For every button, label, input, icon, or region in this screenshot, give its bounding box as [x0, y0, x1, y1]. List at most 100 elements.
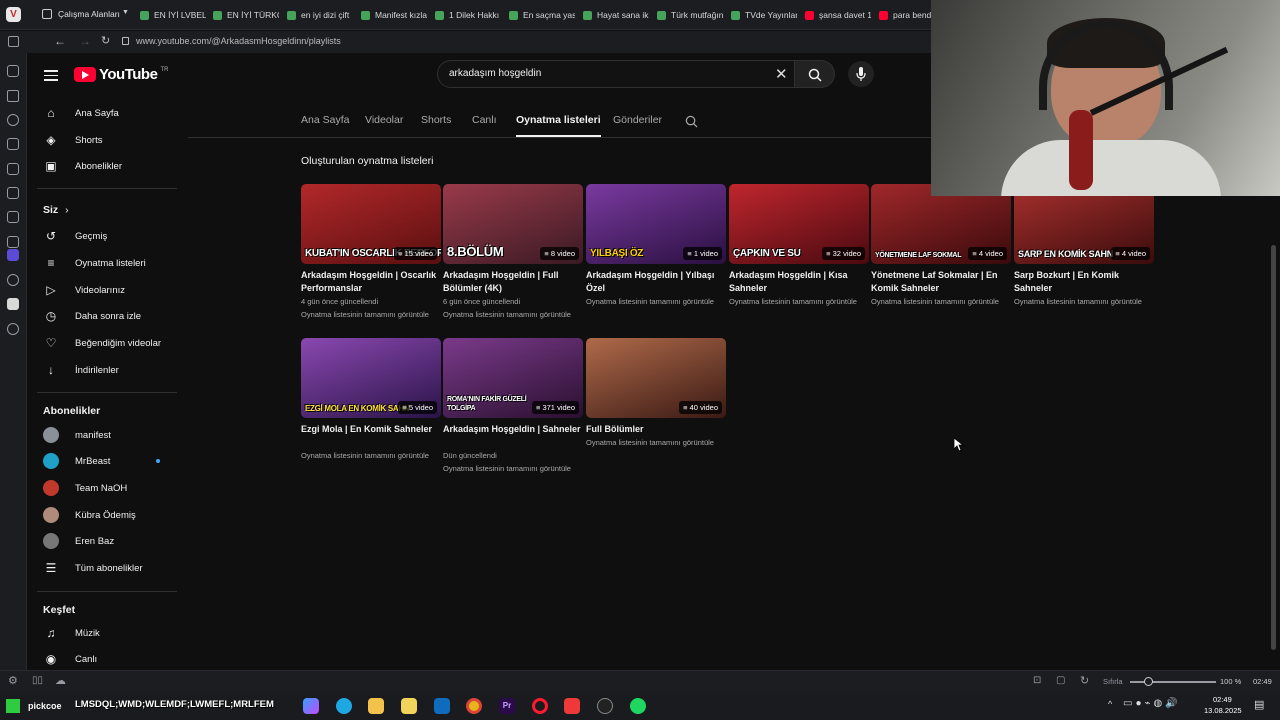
search-button[interactable]: [795, 60, 835, 88]
playlist-card[interactable]: YILBAŞI ÖZ ≡ 1 video Arkadaşım Hoşgeldin …: [586, 184, 726, 308]
view-full-playlist-link[interactable]: Oynatma listesinin tamamını görüntüle: [729, 295, 869, 308]
playlist-thumbnail[interactable]: YÖNETMENE LAF SOKMAL ≡ 4 video: [871, 184, 1011, 264]
sidebar-item-subscriptions[interactable]: ▣ Abonelikler: [27, 153, 177, 179]
playlist-card[interactable]: KUBAT'IN OSCARLIK PERFORMANSI≡ 15 video …: [301, 184, 441, 321]
browser-tab[interactable]: Manifest kızla: [361, 6, 427, 24]
playlist-card[interactable]: EZGİ MOLA EN KOMİK SAHN ≡ 5 video Ezgi Mo…: [301, 338, 441, 462]
playlist-thumbnail[interactable]: ≡ 40 video: [586, 338, 726, 418]
playlist-thumbnail[interactable]: ROMA'NIN FAKİR GÜZELİ TOLGİPA ≡ 371 video: [443, 338, 583, 418]
sidebar-item-downloads[interactable]: ↓ İndirilenler: [27, 357, 177, 383]
browser-tab[interactable]: TVde Yayınlan: [731, 6, 797, 24]
playlist-thumbnail[interactable]: EZGİ MOLA EN KOMİK SAHN ≡ 5 video: [301, 338, 441, 418]
playlist-card[interactable]: ≡ 40 video Full Bölümler Oynatma listesi…: [586, 338, 726, 449]
outlook-icon[interactable]: [434, 698, 450, 714]
view-full-playlist-link[interactable]: Oynatma listesinin tamamını görüntüle: [301, 449, 441, 462]
browser-tab[interactable]: EN İYİ LVBEL C: [140, 6, 206, 24]
search-input[interactable]: arkadaşım hoşgeldin ✕: [437, 60, 795, 88]
youtube-logo[interactable]: YouTube TR: [74, 66, 168, 83]
sidebar-item-home[interactable]: ⌂ Ana Sayfa: [27, 100, 177, 126]
tile-icon[interactable]: ▯▯: [32, 675, 43, 686]
playlist-title[interactable]: Ezgi Mola | En Komik Sahneler: [301, 423, 441, 449]
vivaldi-menu-button[interactable]: V: [6, 7, 21, 22]
voice-search-button[interactable]: [848, 61, 874, 87]
bookmarks-icon[interactable]: [7, 65, 19, 77]
tab-posts[interactable]: Gönderiler: [613, 114, 662, 126]
sidebar-item-live[interactable]: ◉ Canlı: [27, 646, 177, 672]
zoom-reset-button[interactable]: Sıfırla: [1103, 677, 1123, 686]
playlist-card[interactable]: SARP EN KOMİK SAHN ≡ 4 video Sarp Bozkurt…: [1014, 184, 1154, 308]
playlist-card[interactable]: YÖNETMENE LAF SOKMAL ≡ 4 video Yönetmene …: [871, 184, 1011, 308]
sidebar-item-playlists[interactable]: ≡ Oynatma listeleri: [27, 250, 177, 276]
playlist-thumbnail[interactable]: KUBAT'IN OSCARLIK PERFORMANSI≡ 15 video: [301, 184, 441, 264]
playlist-card[interactable]: ÇAPKIN VE SU ≡ 32 video Arkadaşım Hoşgeld…: [729, 184, 869, 308]
playlist-title[interactable]: Yönetmene Laf Sokmalar | En Komik Sahnel…: [871, 269, 1011, 295]
windows-start-icon[interactable]: [6, 699, 20, 713]
back-icon[interactable]: ←: [54, 34, 66, 48]
browser-tab[interactable]: para bende: [879, 6, 931, 24]
reading-list-icon[interactable]: [7, 236, 19, 248]
you-section-header[interactable]: Siz ›: [43, 204, 69, 216]
chevron-down-icon[interactable]: ▼: [122, 9, 129, 16]
playlist-thumbnail[interactable]: ÇAPKIN VE SU ≡ 32 video: [729, 184, 869, 264]
side-panel-toggle-icon[interactable]: [8, 36, 19, 47]
view-full-playlist-link[interactable]: Oynatma listesinin tamamını görüntüle: [871, 295, 1011, 308]
sidebar-item-shorts[interactable]: ◈ Shorts: [27, 127, 177, 153]
browser-tab[interactable]: Hayat sana ik: [583, 6, 649, 24]
tray-chevron-icon[interactable]: ^: [1108, 699, 1112, 709]
zoom-slider[interactable]: [1130, 677, 1216, 686]
notes-icon[interactable]: [7, 138, 19, 150]
sidebar-item-all-subscriptions[interactable]: ☰ Tüm abonelikler: [27, 555, 177, 581]
sidebar-item-music[interactable]: ♫ Müzik: [27, 620, 177, 646]
forward-icon[interactable]: →: [79, 34, 91, 48]
premiere-icon[interactable]: Pr: [499, 698, 515, 714]
browser-tab[interactable]: En saçma yas: [509, 6, 575, 24]
sidebar-item-liked-videos[interactable]: ♡ Beğendiğim videolar: [27, 330, 177, 356]
add-panel-icon[interactable]: [7, 323, 19, 335]
sidebar-item-history[interactable]: ↺ Geçmiş: [27, 223, 177, 249]
translate-icon[interactable]: [7, 163, 19, 175]
sidebar-item-watch-later[interactable]: ◷ Daha sonra izle: [27, 303, 177, 329]
workspaces-icon[interactable]: [42, 9, 52, 19]
playlist-title[interactable]: Arkadaşım Hoşgeldin | Sahneler: [443, 423, 583, 449]
web-panel-icon[interactable]: [7, 274, 19, 286]
reload-icon[interactable]: ↻: [101, 34, 110, 47]
tab-home[interactable]: Ana Sayfa: [301, 114, 349, 126]
obs-icon[interactable]: [597, 698, 613, 714]
file-explorer-icon[interactable]: [368, 698, 384, 714]
subscription-item[interactable]: MrBeast: [27, 448, 177, 474]
subscription-item[interactable]: Kübra Ödemiş: [27, 502, 177, 528]
spotify-icon[interactable]: [630, 698, 646, 714]
hamburger-menu-icon[interactable]: [44, 67, 58, 84]
opera-icon[interactable]: [532, 698, 548, 714]
view-full-playlist-link[interactable]: Oynatma listesinin tamamını görüntüle: [443, 462, 583, 475]
playlist-title[interactable]: Arkadaşım Hoşgeldin | Full Bölümler (4K): [443, 269, 583, 295]
edge-icon[interactable]: [336, 698, 352, 714]
playlist-title[interactable]: Arkadaşım Hoşgeldin | Kısa Sahneler: [729, 269, 869, 295]
tab-live[interactable]: Canlı: [472, 114, 497, 126]
playlist-thumbnail[interactable]: YILBAŞI ÖZ ≡ 1 video: [586, 184, 726, 264]
browser-tab[interactable]: şansa davet 1: [805, 6, 871, 24]
workspaces-label[interactable]: Çalışma Alanları: [58, 9, 120, 19]
browser-tab[interactable]: Türk mutfağın: [657, 6, 723, 24]
url-field[interactable]: www.youtube.com/@ArkadasmHosgeldinn/play…: [136, 36, 341, 46]
playlist-card[interactable]: 8.BÖLÜM ≡ 8 video Arkadaşım Hoşgeldin | F…: [443, 184, 583, 321]
mastodon-icon[interactable]: [7, 249, 19, 261]
settings-icon[interactable]: ⚙: [8, 674, 18, 687]
playlist-title[interactable]: Arkadaşım Hoşgeldin | Yılbaşı Özel: [586, 269, 726, 295]
reader-icon[interactable]: ▢: [1056, 675, 1065, 686]
playlist-card[interactable]: ROMA'NIN FAKİR GÜZELİ TOLGİPA ≡ 371 video…: [443, 338, 583, 475]
store-icon[interactable]: [401, 698, 417, 714]
playlist-title[interactable]: Sarp Bozkurt | En Komik Sahneler: [1014, 269, 1154, 295]
view-full-playlist-link[interactable]: Oynatma listesinin tamamını görüntüle: [1014, 295, 1154, 308]
lock-icon[interactable]: [122, 37, 129, 45]
tray-icons[interactable]: ▭●⌁◍🔊: [1123, 698, 1181, 709]
copilot-icon[interactable]: [303, 698, 319, 714]
clear-search-icon[interactable]: ✕: [775, 65, 788, 83]
playlist-thumbnail[interactable]: SARP EN KOMİK SAHN ≡ 4 video: [1014, 184, 1154, 264]
playlist-thumbnail[interactable]: 8.BÖLÜM ≡ 8 video: [443, 184, 583, 264]
history-panel-icon[interactable]: [7, 114, 19, 126]
subscription-item[interactable]: Eren Baz: [27, 528, 177, 554]
capture-icon[interactable]: ⊡: [1033, 675, 1041, 686]
view-full-playlist-link[interactable]: Oynatma listesinin tamamını görüntüle: [586, 295, 726, 308]
scrollbar[interactable]: [1271, 245, 1276, 650]
